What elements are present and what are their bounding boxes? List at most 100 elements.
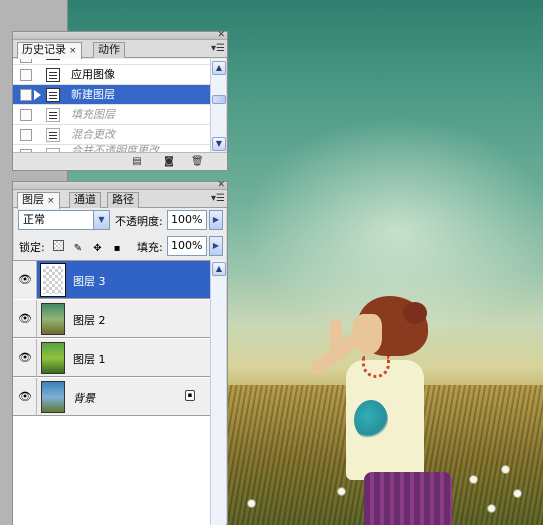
visibility-toggle[interactable]: 👁 [13, 378, 37, 416]
girl-face [352, 314, 382, 354]
tab-history-label: 历史记录 [22, 43, 66, 56]
document-state-icon [46, 128, 60, 142]
lock-image-pixels-icon[interactable]: ✎ [73, 243, 84, 254]
layer-row[interactable]: 👁 图层 1 [13, 339, 211, 377]
opacity-label: 不透明度: [115, 215, 163, 228]
history-state-label: 新建图层 [71, 88, 115, 101]
layer-thumbnail [41, 342, 65, 374]
blend-opacity-row: 正常 ▼ 不透明度: 100% ▶ [13, 208, 227, 234]
document-state-icon [46, 59, 60, 60]
snapshot-source-checkbox[interactable] [20, 59, 32, 63]
tab-channels-label: 通道 [74, 193, 96, 206]
scroll-thumb[interactable] [212, 95, 226, 104]
eye-icon[interactable]: 👁 [17, 272, 33, 288]
tab-layers[interactable]: 图层 × [17, 192, 60, 209]
document-state-icon [46, 108, 60, 122]
panel-title-bar[interactable]: ✕ [13, 180, 227, 190]
history-state-slider-icon[interactable] [33, 89, 41, 101]
tab-history[interactable]: 历史记录 × [17, 42, 82, 59]
blend-mode-value: 正常 [23, 213, 45, 226]
snapshot-source-checkbox[interactable] [20, 129, 32, 141]
tab-paths[interactable]: 路径 [107, 192, 139, 208]
snapshot-source-checkbox[interactable] [20, 89, 32, 101]
history-toolbar: ▤ ◙ 🗑 [13, 152, 227, 170]
flower [502, 466, 509, 473]
visibility-toggle[interactable]: 👁 [13, 300, 37, 338]
scroll-up-button[interactable]: ▲ [212, 61, 226, 75]
layer-row-selected[interactable]: 👁 图层 3 [13, 261, 211, 299]
flower [248, 500, 255, 507]
layer-thumbnail [40, 263, 66, 297]
panel-menu-icon[interactable]: ▾☰ [211, 43, 225, 54]
flower [488, 505, 495, 512]
camera-icon[interactable]: ◙ [163, 156, 175, 167]
lock-icon: ▪ [185, 390, 195, 401]
tab-actions[interactable]: 动作 [93, 42, 125, 58]
history-state-label: 混合更改 [71, 128, 115, 141]
fill-label: 填充: [137, 241, 163, 254]
history-state-label: 应用图像 [71, 68, 115, 81]
panel-menu-icon[interactable]: ▾☰ [211, 193, 225, 204]
layers-list[interactable]: 👁 图层 3 👁 图层 2 👁 图层 1 👁 背景 ▪ [13, 260, 211, 525]
document-state-icon [46, 68, 60, 82]
close-icon[interactable]: ✕ [217, 30, 225, 40]
layer-name[interactable]: 图层 2 [73, 312, 106, 328]
blend-mode-select[interactable]: 正常 ▼ [18, 210, 110, 230]
tab-channels[interactable]: 通道 [69, 192, 101, 208]
lock-fill-row: 锁定: ✎ ✥ ▪ 填充: 100% ▶ [13, 234, 227, 260]
snapshot-source-checkbox[interactable] [20, 69, 32, 81]
visibility-toggle[interactable]: 👁 [13, 339, 37, 377]
history-row[interactable]: 应用图像 [13, 65, 210, 85]
tab-actions-label: 动作 [98, 43, 120, 56]
girl-skirt [364, 472, 452, 525]
lock-position-icon[interactable]: ✥ [92, 243, 103, 254]
history-panel: ✕ 历史记录 × 动作 ▾☰ 应用图像 新建图层 填充图层 混合更改 合并不透明… [12, 30, 228, 171]
layers-scrollbar[interactable]: ▲ [210, 260, 226, 525]
flower [514, 490, 521, 497]
fill-slider-arrow-icon[interactable]: ▶ [209, 236, 223, 256]
visibility-toggle[interactable]: 👁 [13, 261, 37, 299]
lock-transparent-pixels-icon[interactable] [53, 240, 64, 251]
close-tab-icon[interactable]: × [69, 46, 77, 56]
close-tab-icon[interactable]: × [47, 196, 55, 206]
girl-hair-bun [403, 302, 427, 324]
chevron-down-icon[interactable]: ▼ [93, 211, 109, 229]
trash-icon[interactable]: 🗑 [191, 156, 204, 167]
shirt-print [354, 400, 388, 440]
scroll-down-button[interactable]: ▼ [212, 137, 226, 151]
eye-icon[interactable]: 👁 [17, 389, 33, 405]
panel-title-bar[interactable]: ✕ [13, 30, 227, 40]
new-document-from-state-icon[interactable]: ▤ [131, 156, 143, 167]
history-tabs: 历史记录 × 动作 ▾☰ [13, 40, 227, 59]
snapshot-source-checkbox[interactable] [20, 109, 32, 121]
girl-forearm [330, 318, 342, 354]
lock-all-icon[interactable]: ▪ [112, 243, 123, 254]
close-icon[interactable]: ✕ [217, 180, 225, 190]
eye-icon[interactable]: 👁 [17, 311, 33, 327]
tab-layers-label: 图层 [22, 193, 44, 206]
history-row[interactable]: 填充图层 [13, 105, 210, 125]
layer-thumbnail [41, 303, 65, 335]
flower [338, 488, 345, 495]
layers-panel: ✕ 图层 × 通道 路径 ▾☰ 正常 ▼ 不透明度: 100% ▶ 锁定: ✎ ✥… [12, 180, 228, 525]
layer-row[interactable]: 👁 图层 2 [13, 300, 211, 338]
layer-name[interactable]: 背景 [73, 390, 95, 406]
layer-row-background[interactable]: 👁 背景 ▪ [13, 378, 211, 416]
lock-options: ✎ ✥ ▪ [53, 240, 128, 254]
history-scrollbar[interactable]: ▲ ▼ [210, 59, 226, 153]
eye-icon[interactable]: 👁 [17, 350, 33, 366]
document-state-icon [46, 88, 60, 102]
layers-tabs: 图层 × 通道 路径 ▾☰ [13, 190, 227, 209]
history-state-label: 填充图层 [71, 108, 115, 121]
history-row-selected[interactable]: 新建图层 [13, 85, 210, 105]
history-list[interactable]: 应用图像 新建图层 填充图层 混合更改 合并不透明度更改 [13, 59, 211, 153]
layer-name[interactable]: 图层 1 [73, 351, 106, 367]
scroll-up-button[interactable]: ▲ [212, 262, 226, 276]
history-row[interactable]: 混合更改 [13, 125, 210, 145]
layer-name[interactable]: 图层 3 [73, 273, 106, 289]
opacity-slider-arrow-icon[interactable]: ▶ [209, 210, 223, 230]
opacity-input[interactable]: 100% [167, 210, 207, 230]
layer-thumbnail [41, 381, 65, 413]
fill-input[interactable]: 100% [167, 236, 207, 256]
tab-paths-label: 路径 [112, 193, 134, 206]
